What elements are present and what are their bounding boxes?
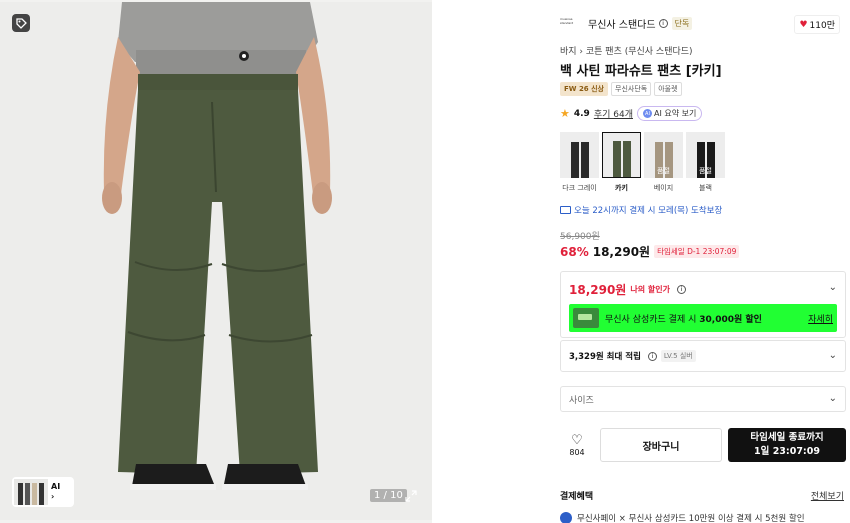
like-button[interactable]: ♡ 804 — [560, 428, 594, 462]
like-count: 804 — [569, 447, 585, 457]
chevron-down-icon: ⌄ — [828, 393, 837, 404]
star-icon: ★ — [560, 107, 570, 120]
color-label: 카키 — [615, 184, 628, 192]
soldout-label: 품절 — [699, 167, 712, 175]
breadcrumb[interactable]: 바지 › 코튼 팬츠 (무신사 스탠다드) — [560, 44, 693, 57]
chevron-right-icon: › — [51, 492, 55, 501]
my-price-panel[interactable]: 18,290원 나의 할인가 i ⌄ 무신사 삼성카드 결제 시 30,000원… — [560, 271, 846, 338]
info-icon[interactable]: i — [658, 18, 668, 28]
badge-season: FW 26 신상 — [560, 82, 608, 96]
payment-benefit-row[interactable]: 무신사페이 × 무신사 삼성카드 10만원 이상 결제 시 5천원 할인 — [560, 512, 805, 523]
image-counter: 1 / 10 — [370, 489, 407, 502]
color-option-beige[interactable]: 품절 베이지 — [644, 132, 683, 193]
heart-outline-icon: ♡ — [571, 432, 583, 448]
expand-icon[interactable] — [404, 489, 420, 503]
color-option-dark-gray[interactable]: 다크 그레이 — [560, 132, 599, 193]
payment-benefits-heading: 결제혜택 — [560, 492, 594, 502]
sale-price: 18,290원 — [592, 245, 651, 259]
badge-outlet: 아울렛 — [654, 82, 682, 96]
color-option-khaki[interactable]: 카키 — [602, 132, 641, 193]
size-select[interactable]: 사이즈 ⌄ — [560, 386, 846, 412]
exclusive-badge: 단독 — [671, 16, 693, 30]
timesale-badge: 타임세일 D-1 23:07:09 — [654, 245, 740, 258]
product-title: 백 사틴 파라슈트 팬츠 [카키] — [560, 64, 722, 79]
ai-label: AI — [51, 482, 61, 491]
model-image — [0, 2, 432, 520]
card-discount-banner[interactable]: 무신사 삼성카드 결제 시 30,000원 할인 자세히 — [569, 304, 837, 332]
my-price-label: 나의 할인가 — [630, 285, 670, 294]
gallery-area: AI › 1 / 10 — [0, 0, 432, 523]
color-thumb: 품절 — [686, 132, 725, 178]
buy-button[interactable]: 타임세일 종료까지 1일 23:07:09 — [728, 428, 846, 462]
tag-icon[interactable] — [12, 14, 30, 32]
product-info: musinsa standard 무신사 스탠다드 i 단독 ♥ 110만 바지… — [552, 0, 850, 523]
points-panel[interactable]: 3,329원 최대 적립 i LV.5 실버 ⌄ — [560, 340, 846, 372]
size-placeholder: 사이즈 — [569, 395, 594, 406]
ai-summary-label: AI 요약 보기 — [653, 109, 697, 118]
color-option-black[interactable]: 품절 블랙 — [686, 132, 725, 193]
card-details-link[interactable]: 자세히 — [808, 312, 833, 325]
product-photo[interactable] — [0, 2, 432, 520]
color-label: 다크 그레이 — [562, 184, 597, 192]
color-thumb-selected — [602, 132, 641, 178]
buy-button-line1: 타임세일 종료까지 — [750, 432, 824, 443]
info-icon[interactable]: i — [647, 351, 657, 361]
heart-icon: ♥ — [799, 19, 808, 30]
badge-exclusive: 무신사단독 — [611, 82, 652, 96]
member-level-badge: LV.5 실버 — [660, 350, 696, 362]
product-page: AI › 1 / 10 musinsa standard 무신사 스탠다드 i … — [0, 0, 850, 523]
truck-icon — [560, 206, 571, 214]
discount-rate: 68% — [560, 244, 589, 259]
reviews-link[interactable]: 후기 64개 — [594, 107, 633, 120]
credit-card-icon — [573, 308, 599, 328]
color-label: 베이지 — [653, 184, 674, 192]
color-thumb — [560, 132, 599, 178]
brand-like-count: 110만 — [809, 21, 835, 31]
my-price-row: 18,290원 나의 할인가 i — [569, 281, 686, 298]
rating-score: 4.9 — [573, 108, 590, 119]
chevron-down-icon[interactable]: ⌄ — [829, 350, 837, 361]
my-price-amount: 18,290원 — [569, 283, 627, 297]
ai-summary-button[interactable]: AI AI 요약 보기 — [636, 106, 703, 121]
card-discount-text: 무신사 삼성카드 결제 시 30,000원 할인 — [605, 314, 762, 325]
original-price: 56,900원 — [560, 232, 600, 242]
brand-like-button[interactable]: ♥ 110만 — [794, 15, 840, 34]
color-options: 다크 그레이 카키 품절 베이지 품절 블랙 — [560, 132, 725, 193]
add-to-cart-button[interactable]: 장바구니 — [600, 428, 722, 462]
color-label: 블랙 — [699, 184, 712, 192]
brand-row: musinsa standard 무신사 스탠다드 i 단독 ♥ 110만 — [560, 15, 848, 34]
points-row: 3,329원 최대 적립 i LV.5 실버 — [569, 350, 696, 362]
shipping-text: 오늘 22시까지 결제 시 모레(목) 도착보장 — [574, 206, 723, 216]
info-icon[interactable]: i — [676, 285, 686, 294]
shipping-guarantee: 오늘 22시까지 결제 시 모레(목) 도착보장 — [560, 204, 722, 216]
product-badges: FW 26 신상 무신사단독 아울렛 — [560, 82, 682, 96]
payment-see-all-link[interactable]: 전체보기 — [811, 489, 844, 502]
price-row: 68% 18,290원 타임세일 D-1 23:07:09 — [560, 243, 740, 260]
rating-row: ★ 4.9 후기 64개 AI AI 요약 보기 — [560, 106, 703, 121]
color-thumb: 품절 — [644, 132, 683, 178]
points-amount: 3,329원 최대 적립 — [569, 352, 641, 362]
brand-logo[interactable]: musinsa standard — [560, 17, 580, 29]
action-bar: ♡ 804 장바구니 타임세일 종료까지 1일 23:07:09 — [560, 428, 846, 462]
ai-thumbnail-image — [14, 479, 48, 505]
musinsa-pay-icon — [560, 512, 572, 523]
soldout-label: 품절 — [657, 167, 670, 175]
chevron-down-icon[interactable]: ⌄ — [829, 282, 837, 293]
ai-icon: AI — [642, 109, 652, 118]
payment-benefit-text: 무신사페이 × 무신사 삼성카드 10만원 이상 결제 시 5천원 할인 — [577, 514, 805, 523]
buy-button-timer: 1일 23:07:09 — [754, 446, 820, 457]
brand-name[interactable]: 무신사 스탠다드 — [588, 16, 656, 31]
ai-thumbnail-button[interactable]: AI › — [12, 477, 74, 507]
